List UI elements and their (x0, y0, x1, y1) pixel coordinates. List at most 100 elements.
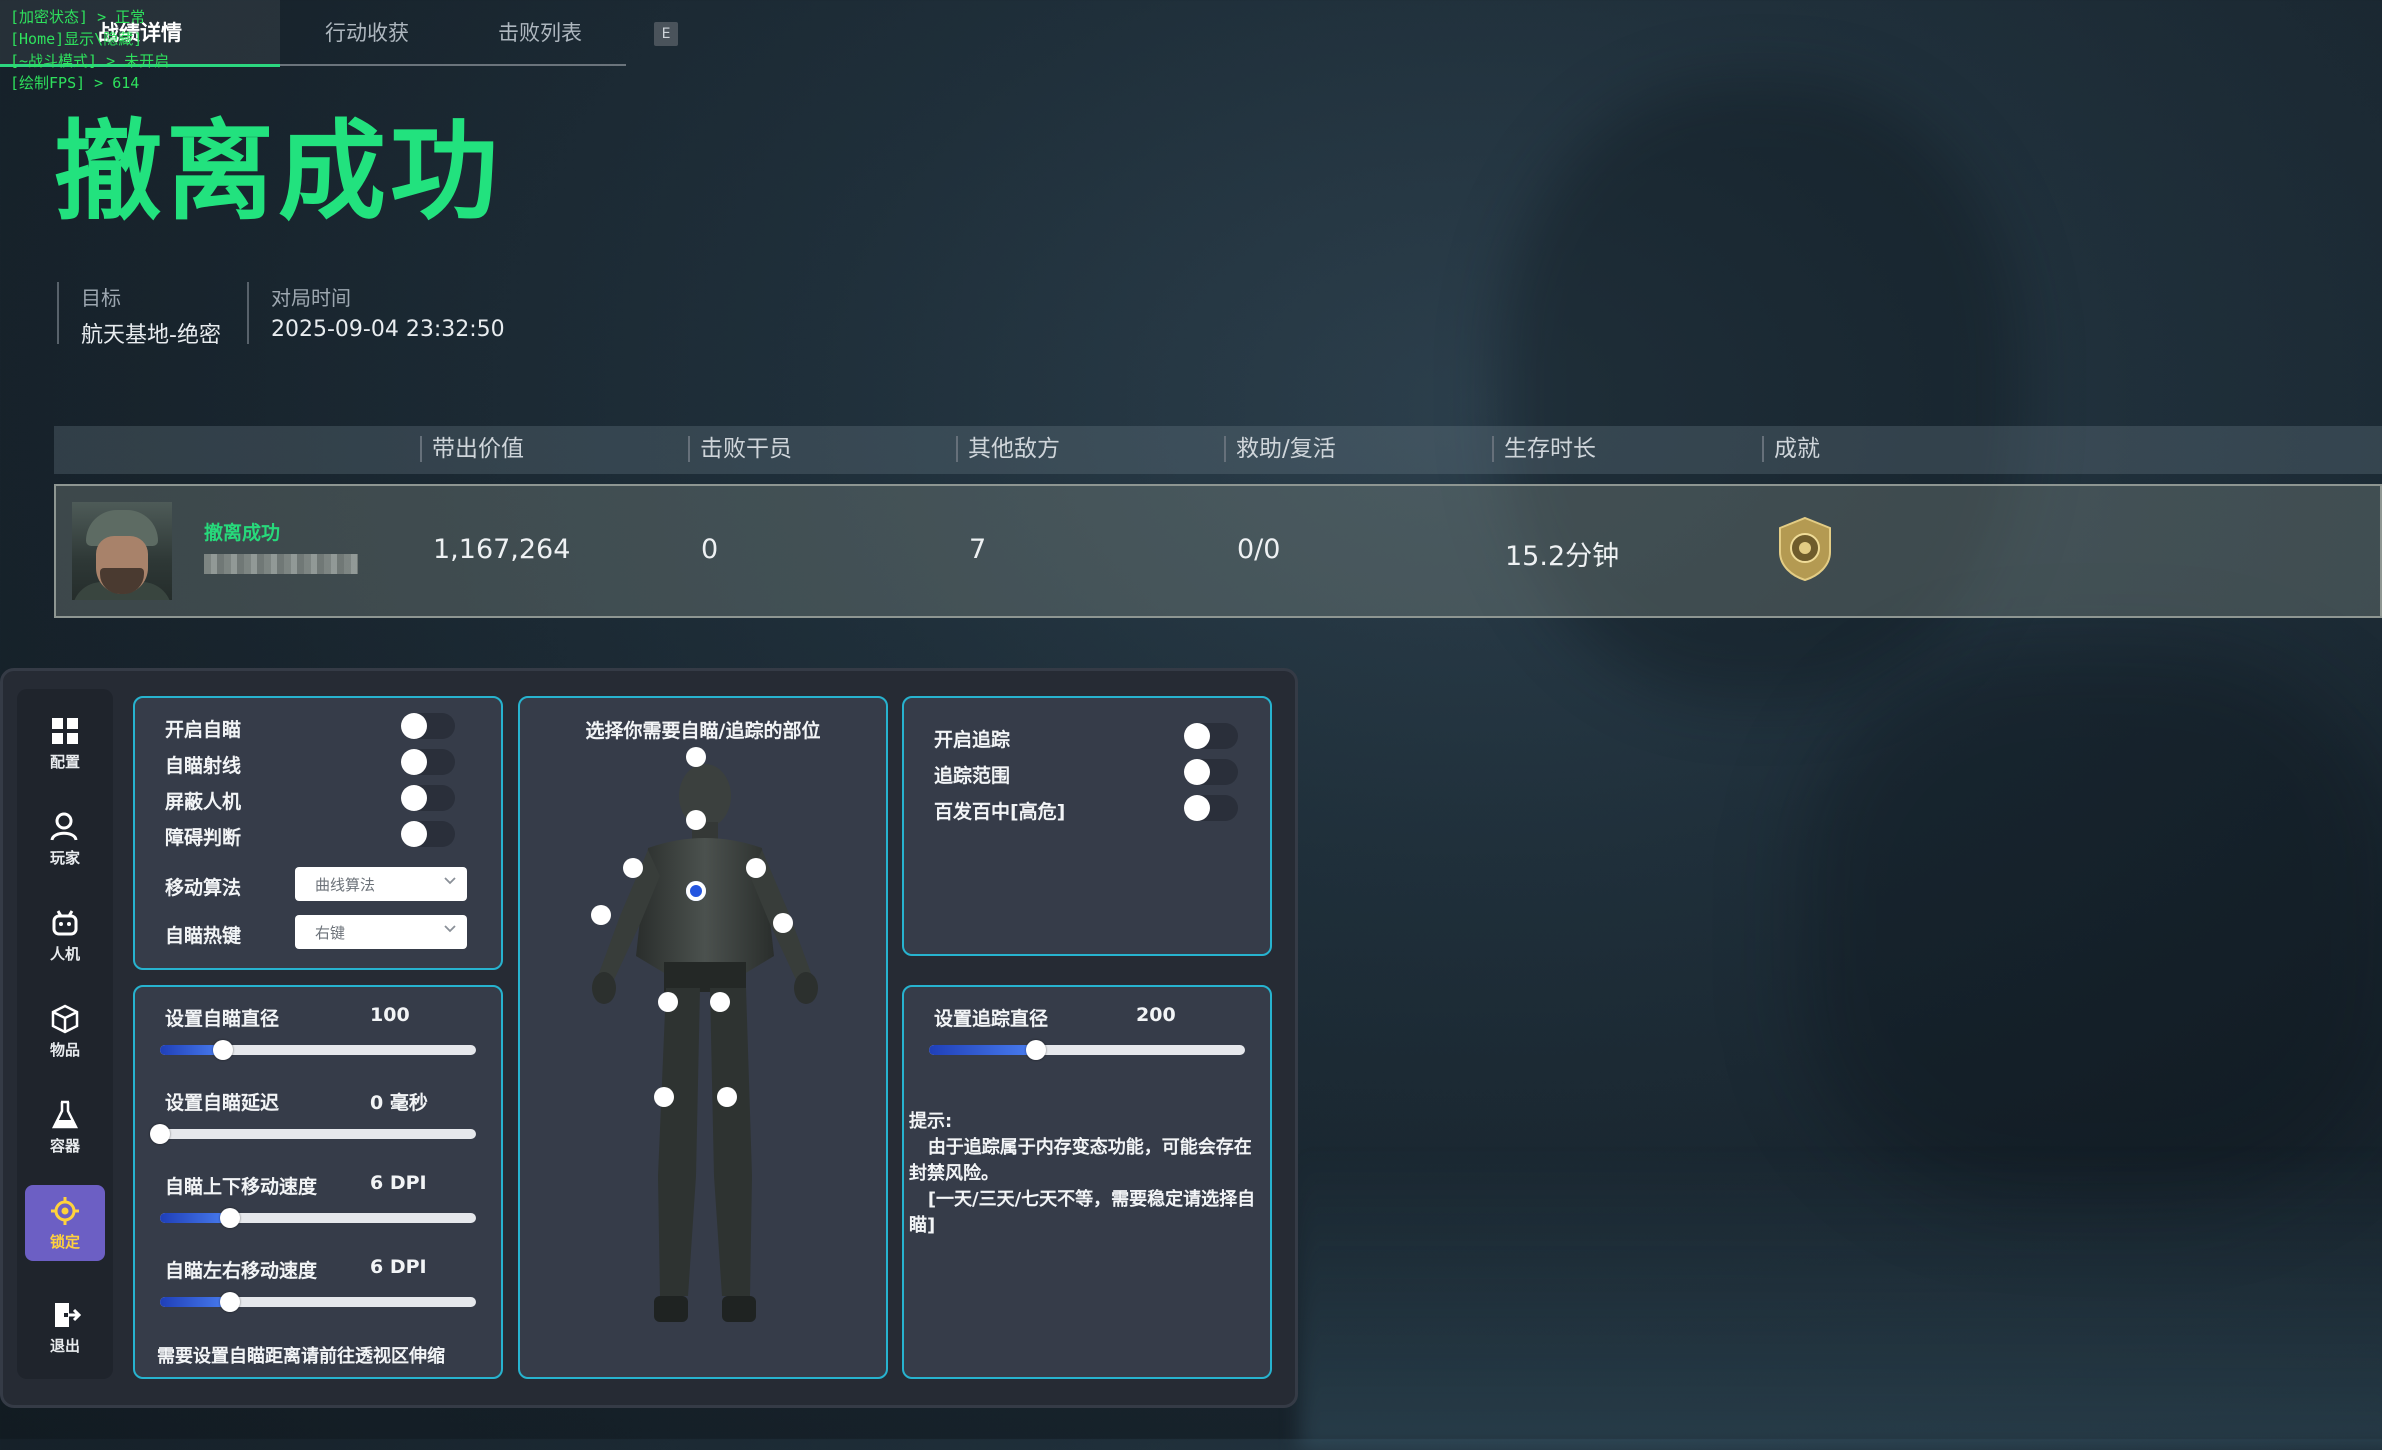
meta-time-value: 2025-09-04 23:32:50 (271, 317, 505, 342)
sidebar-label: 物品 (49, 1040, 80, 1059)
chevron-down-icon (444, 877, 456, 885)
key-hint-e: E (654, 22, 678, 46)
stats-row[interactable]: 撤离成功 1,167,264 0 7 0/0 15.2分钟 (54, 484, 2382, 618)
cell-value: 1,167,264 (433, 534, 571, 565)
meta-target-label: 目标 (81, 286, 121, 310)
aim-enable-toggle[interactable] (401, 713, 455, 739)
page-title: 撤离成功 (54, 110, 503, 235)
avatar (72, 502, 172, 600)
tab-action-gains[interactable]: 行动收获 (280, 0, 454, 66)
chevron-down-icon (444, 925, 456, 933)
body-point-right-foot[interactable] (717, 1087, 737, 1107)
track-enable-toggle[interactable] (1184, 723, 1238, 749)
row-status: 撤离成功 (204, 522, 281, 544)
aim-delay-label: 设置自瞄延迟 (165, 1092, 280, 1114)
meta-time: 对局时间 2025-09-04 23:32:50 (247, 282, 505, 344)
tracking-settings-card: 开启追踪 追踪范围 百发百中[高危] (902, 696, 1272, 956)
body-part-title: 选择你需要自瞄/追踪的部位 (585, 720, 821, 742)
sidebar-label: 人机 (49, 944, 80, 963)
tab-kill-list[interactable]: 击败列表 (454, 0, 626, 66)
sidebar-item-config[interactable]: 配置 (25, 705, 105, 781)
hotkey-select[interactable]: 右键 (295, 915, 467, 949)
achievement-badge-icon (1779, 516, 1831, 582)
box-icon (51, 1004, 79, 1033)
sidebar-item-lock[interactable]: 锁定 (25, 1185, 105, 1261)
move-algo-select[interactable]: 曲线算法 (295, 867, 467, 901)
obstacle-check-label: 障碍判断 (165, 827, 242, 849)
sidebar-label: 配置 (49, 752, 80, 771)
cell-other-enemies: 7 (969, 534, 987, 565)
obstacle-check-toggle[interactable] (401, 821, 455, 847)
sidebar-item-exit[interactable]: 退出 (25, 1289, 105, 1365)
aim-delay-value: 0 毫秒 (370, 1092, 428, 1114)
body-point-waist[interactable] (686, 881, 706, 901)
header-achievement: 成就 (1762, 436, 1820, 462)
body-point-right-knee[interactable] (710, 992, 730, 1012)
body-point-neck[interactable] (686, 810, 706, 830)
header-kills: 击败干员 (688, 436, 792, 462)
header-survival: 生存时长 (1492, 436, 1596, 462)
player-name-blurred (204, 554, 358, 574)
flask-icon (51, 1100, 79, 1128)
track-range-toggle[interactable] (1184, 759, 1238, 785)
sidebar: 配置 玩家 人机 物品 容器 锁定 退出 (17, 689, 113, 1379)
user-icon (50, 812, 78, 841)
tracking-tip: 提示: 由于追踪属于内存变态功能，可能会存在封禁风险。 [一天/三天/七天不等，… (909, 1111, 1256, 1236)
sidebar-item-player[interactable]: 玩家 (25, 801, 105, 877)
exit-icon (55, 1302, 81, 1327)
aim-settings-card: 开启自瞄 自瞄射线 屏蔽人机 障碍判断 移动算法 曲线算法 自瞄热键 右键 (133, 696, 503, 970)
body-point-left-foot[interactable] (654, 1087, 674, 1107)
sidebar-item-container[interactable]: 容器 (25, 1089, 105, 1165)
debug-line: [Home]显示\隐藏] (10, 30, 143, 48)
body-point-right-shoulder[interactable] (746, 858, 766, 878)
sidebar-label: 玩家 (49, 848, 80, 867)
aim-distance-note: 需要设置自瞄距离请前往透视区伸缩 (157, 1346, 445, 1367)
aim-diameter-label: 设置自瞄直径 (165, 1008, 280, 1030)
hotkey-value: 右键 (315, 924, 346, 942)
meta-target-value: 航天基地-绝密 (81, 323, 221, 348)
body-point-head[interactable] (686, 747, 706, 767)
body-part-card: 选择你需要自瞄/追踪的部位 (518, 696, 888, 1379)
body-point-right-hand[interactable] (773, 913, 793, 933)
track-enable-label: 开启追踪 (934, 729, 1011, 751)
aim-horizontal-speed-label: 自瞄左右移动速度 (165, 1260, 318, 1282)
body-point-left-hand[interactable] (591, 905, 611, 925)
aim-enable-label: 开启自瞄 (165, 719, 242, 741)
stats-header: 带出价值 击败干员 其他敌方 救助/复活 生存时长 成就 (54, 426, 2382, 474)
aim-diameter-value: 100 (370, 1004, 410, 1026)
track-diameter-value: 200 (1136, 1004, 1176, 1026)
aim-vertical-speed-value: 6 DPI (370, 1172, 427, 1194)
tracking-slider-card: 设置追踪直径 200 提示: 由于追踪属于内存变态功能，可能会存在封禁风险。 [… (902, 985, 1272, 1379)
aim-diameter-slider[interactable] (160, 1040, 476, 1060)
debug-line: [加密状态] > 正常 (10, 8, 146, 26)
soldier-figure-icon (592, 764, 818, 1322)
move-algo-label: 移动算法 (165, 877, 242, 899)
debug-line: [~战斗模式] > 未开启 (10, 52, 170, 70)
body-point-left-knee[interactable] (658, 992, 678, 1012)
perfect-accuracy-toggle[interactable] (1184, 795, 1238, 821)
aim-ray-label: 自瞄射线 (165, 755, 242, 777)
track-diameter-label: 设置追踪直径 (934, 1008, 1049, 1030)
header-assist: 救助/复活 (1224, 436, 1336, 462)
crosshair-icon (51, 1196, 79, 1225)
block-bots-toggle[interactable] (401, 785, 455, 811)
cell-survival: 15.2分钟 (1505, 541, 1620, 572)
aim-horizontal-speed-slider[interactable] (160, 1292, 476, 1312)
sidebar-label: 容器 (49, 1136, 80, 1155)
aim-delay-slider[interactable] (150, 1124, 476, 1144)
sidebar-label: 退出 (49, 1336, 80, 1355)
meta-target: 目标 航天基地-绝密 (57, 282, 221, 348)
track-diameter-slider[interactable] (929, 1040, 1245, 1060)
aim-vertical-speed-slider[interactable] (160, 1208, 476, 1228)
cell-kills: 0 (701, 534, 719, 565)
block-bots-label: 屏蔽人机 (165, 791, 242, 813)
aim-ray-toggle[interactable] (401, 749, 455, 775)
cell-assist: 0/0 (1237, 534, 1281, 565)
grid-icon (52, 717, 78, 744)
body-point-left-shoulder[interactable] (623, 858, 643, 878)
header-value: 带出价值 (420, 436, 524, 462)
sidebar-item-items[interactable]: 物品 (25, 993, 105, 1069)
hotkey-label: 自瞄热键 (165, 925, 242, 947)
debug-line: [绘制FPS] > 614 (10, 74, 140, 92)
sidebar-item-bot[interactable]: 人机 (25, 897, 105, 973)
